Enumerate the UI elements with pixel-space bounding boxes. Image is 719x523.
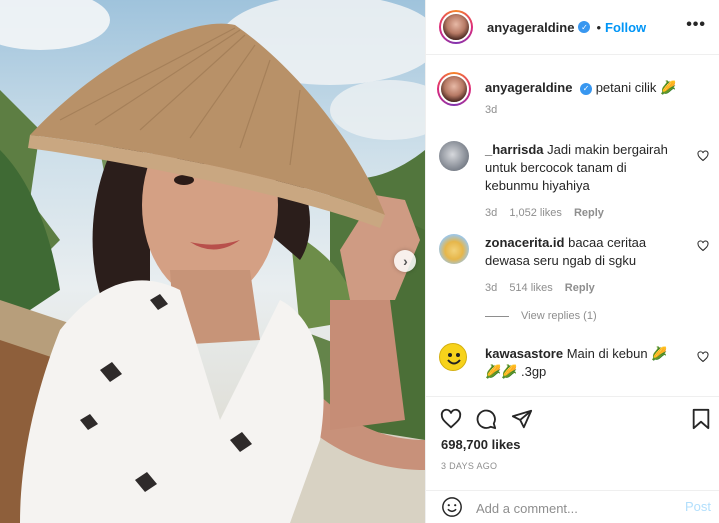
post-photo[interactable]: › bbox=[0, 0, 425, 523]
author-avatar[interactable] bbox=[439, 10, 473, 44]
comment-username[interactable]: zonacerita.id bbox=[485, 235, 564, 250]
caption-username[interactable]: anyageraldine bbox=[485, 80, 572, 95]
caption-row: anyageraldine ✓ petani cilik 🌽 3d bbox=[437, 72, 709, 123]
comments-list[interactable]: anyageraldine ✓ petani cilik 🌽 3d _harri… bbox=[426, 56, 719, 396]
caption-avatar[interactable] bbox=[437, 72, 471, 106]
heart-icon[interactable] bbox=[697, 351, 709, 363]
smiley-icon bbox=[447, 353, 461, 365]
comment-likes[interactable]: 1,052 likes bbox=[509, 207, 562, 219]
post-header: anyageraldine ✓ • Follow ••• bbox=[426, 0, 719, 55]
more-options-icon[interactable]: ••• bbox=[686, 16, 706, 34]
reply-button[interactable]: Reply bbox=[574, 207, 604, 219]
comment-username[interactable]: _harrisda bbox=[485, 142, 544, 157]
heart-icon[interactable] bbox=[697, 150, 709, 162]
post-comment-button[interactable]: Post bbox=[685, 499, 711, 514]
instagram-post: › anyageraldine ✓ • Follow ••• anyageral… bbox=[0, 0, 719, 523]
follow-button[interactable]: Follow bbox=[605, 20, 646, 35]
comment-likes[interactable]: 514 likes bbox=[509, 282, 552, 294]
caption-time[interactable]: 3d bbox=[485, 104, 497, 116]
verified-badge-icon: ✓ bbox=[580, 82, 593, 95]
chevron-right-icon: › bbox=[403, 253, 408, 269]
reply-button[interactable]: Reply bbox=[565, 282, 595, 294]
emoji-icon[interactable] bbox=[441, 496, 463, 518]
post-actions: 698,700 likes 3 DAYS AGO bbox=[426, 396, 719, 490]
next-image-button[interactable]: › bbox=[394, 250, 416, 272]
comment-time[interactable]: 3d bbox=[485, 207, 497, 219]
caption-text: petani cilik 🌽 bbox=[595, 80, 677, 95]
comment-username[interactable]: kawasastore bbox=[485, 346, 563, 361]
share-icon[interactable] bbox=[511, 408, 533, 430]
commenter-avatar[interactable] bbox=[439, 234, 469, 264]
heart-icon[interactable] bbox=[697, 240, 709, 252]
likes-count[interactable]: 698,700 likes bbox=[441, 437, 521, 452]
heart-icon[interactable] bbox=[440, 408, 462, 430]
view-replies-label: View replies (1) bbox=[521, 310, 597, 322]
bookmark-icon[interactable] bbox=[690, 408, 712, 430]
verified-badge-icon: ✓ bbox=[578, 21, 591, 33]
author-username[interactable]: anyageraldine bbox=[487, 20, 574, 35]
comment-icon[interactable] bbox=[475, 408, 497, 430]
post-age[interactable]: 3 DAYS AGO bbox=[441, 461, 497, 471]
post-side-panel: anyageraldine ✓ • Follow ••• anyageraldi… bbox=[425, 0, 719, 523]
comment-row: _harrisda Jadi makin bergairah untuk ber… bbox=[439, 141, 709, 221]
header-separator: • bbox=[596, 19, 601, 35]
commenter-avatar[interactable] bbox=[439, 343, 467, 371]
comment-composer: Post bbox=[426, 490, 719, 523]
commenter-avatar[interactable] bbox=[439, 141, 469, 171]
photo-illustration bbox=[0, 0, 425, 523]
view-replies-button[interactable]: View replies (1) bbox=[485, 310, 597, 322]
replies-divider bbox=[485, 315, 509, 317]
comment-time[interactable]: 3d bbox=[485, 282, 497, 294]
comment-input[interactable] bbox=[476, 498, 671, 518]
comment-row: zonacerita.id bacaa ceritaa dewasa seru … bbox=[439, 234, 709, 296]
comment-row: kawasastore Main di kebun 🌽 🌽🌽 .3gp bbox=[439, 343, 709, 387]
